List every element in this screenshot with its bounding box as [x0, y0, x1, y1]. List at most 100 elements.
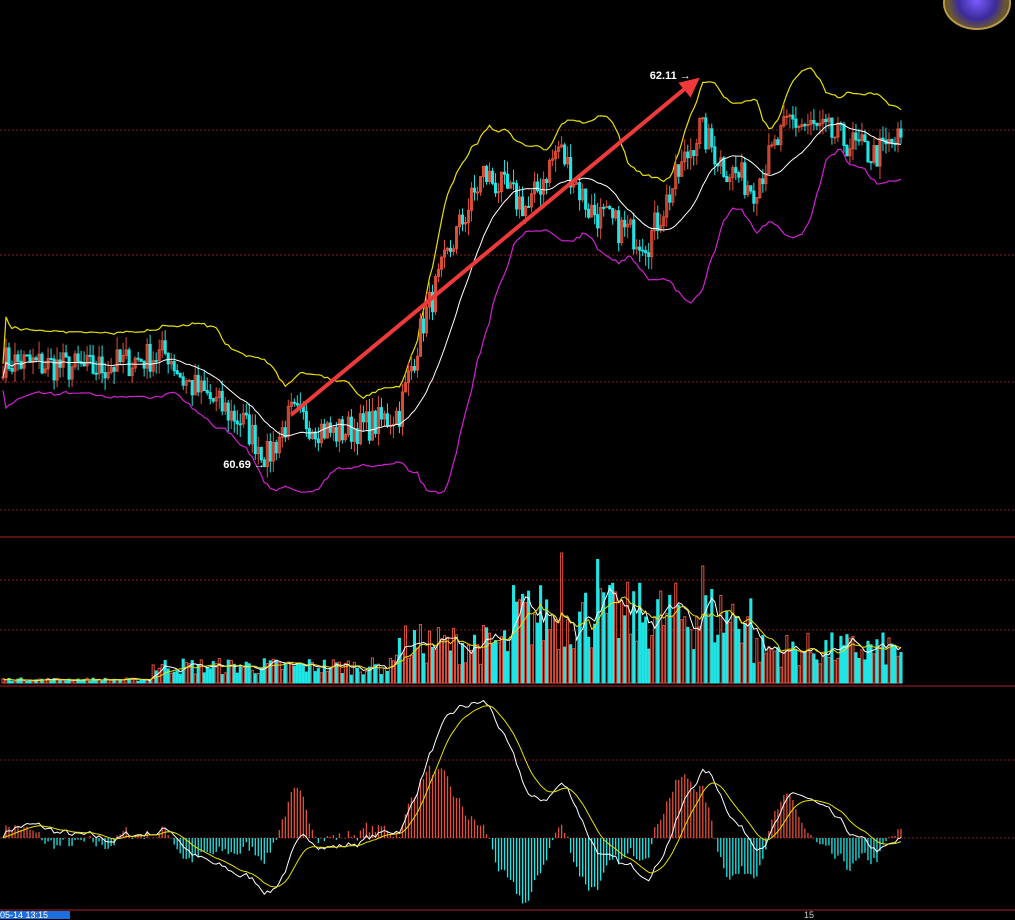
volume-bar — [878, 646, 882, 684]
stock-chart[interactable] — [0, 0, 1015, 919]
volume-bar — [701, 565, 705, 684]
volume-bar — [824, 640, 828, 684]
candle-body — [527, 205, 531, 208]
candle — [481, 165, 486, 188]
candle-body — [677, 164, 681, 177]
candle — [884, 127, 888, 154]
candle — [779, 123, 783, 152]
candle — [494, 173, 498, 197]
candle — [358, 404, 362, 446]
volume-bar — [232, 663, 236, 684]
candle — [436, 263, 441, 283]
candle — [88, 344, 92, 365]
volume-bar — [262, 658, 266, 684]
candle — [608, 204, 612, 210]
volume-bar — [379, 674, 383, 684]
volume-bar — [49, 680, 53, 684]
candle — [139, 358, 143, 362]
candle-body — [100, 356, 104, 374]
candle — [572, 182, 576, 194]
volume-bar — [776, 647, 780, 684]
candle — [469, 182, 474, 222]
volume-bar — [205, 666, 209, 684]
candle-body — [521, 196, 525, 217]
volume-bar — [713, 642, 717, 684]
candle-body — [172, 360, 176, 372]
volume-bar — [710, 589, 714, 684]
candle — [767, 133, 771, 175]
volume-bar — [680, 619, 684, 684]
volume-bar — [893, 645, 897, 684]
candle — [124, 337, 128, 360]
candle-body — [737, 172, 741, 178]
candle-body — [794, 118, 798, 128]
candle — [103, 362, 107, 390]
volume-bar — [599, 588, 603, 684]
candle — [581, 183, 585, 203]
candle — [563, 142, 567, 167]
volume-bar — [635, 640, 639, 684]
candle-body — [244, 412, 248, 416]
volume-bar — [770, 648, 774, 684]
candle — [506, 161, 510, 190]
volume-bar — [809, 651, 813, 684]
candle-body — [743, 162, 747, 195]
candle — [118, 348, 122, 366]
volume-bar — [767, 646, 771, 684]
volume-bar — [79, 680, 83, 684]
candle-body — [797, 125, 801, 128]
volume-bar — [43, 679, 47, 684]
candle — [704, 112, 708, 154]
volume-bar — [533, 613, 537, 684]
volume-bar — [686, 626, 690, 684]
volume-bar — [478, 663, 483, 684]
volume-bar — [737, 628, 741, 684]
candle — [650, 227, 654, 270]
volume-bar — [415, 647, 420, 684]
volume-bar — [659, 590, 663, 684]
volume-bar — [551, 614, 555, 684]
candle — [560, 136, 564, 149]
candle — [250, 414, 254, 453]
candle — [268, 433, 272, 473]
candle — [707, 123, 711, 150]
candle — [454, 225, 459, 254]
volume-bar — [569, 644, 573, 684]
volume-bar — [202, 672, 206, 684]
candle — [475, 186, 480, 201]
volume-bar — [650, 635, 654, 684]
candle — [665, 184, 669, 227]
candle-body — [112, 367, 116, 372]
volume-bar — [641, 622, 645, 684]
candle — [181, 372, 185, 390]
volume-bar — [184, 661, 188, 684]
candle-body — [1, 376, 5, 379]
candle-body — [812, 119, 816, 124]
grid-lines — [0, 129, 1015, 911]
candle — [487, 162, 492, 185]
candle — [734, 155, 738, 181]
volume-bar — [178, 673, 182, 684]
candle-body — [632, 219, 636, 250]
volume-bar — [91, 677, 95, 684]
candle — [728, 173, 732, 191]
candle — [58, 352, 62, 378]
volume-bar — [28, 680, 32, 684]
volume-bar — [566, 619, 570, 684]
candle-body — [484, 165, 489, 182]
candle — [842, 121, 846, 153]
candle — [391, 416, 395, 439]
candle — [355, 422, 359, 456]
candle — [352, 418, 356, 452]
candle — [596, 202, 600, 237]
candle — [605, 200, 609, 209]
volume-bar — [785, 634, 789, 684]
candle — [172, 354, 176, 376]
candle — [394, 407, 398, 425]
candle-body — [88, 354, 92, 357]
volume-bar — [605, 613, 609, 684]
candle — [127, 347, 131, 377]
volume-bar — [301, 664, 305, 684]
candle-body — [379, 407, 383, 420]
candle — [19, 349, 23, 370]
